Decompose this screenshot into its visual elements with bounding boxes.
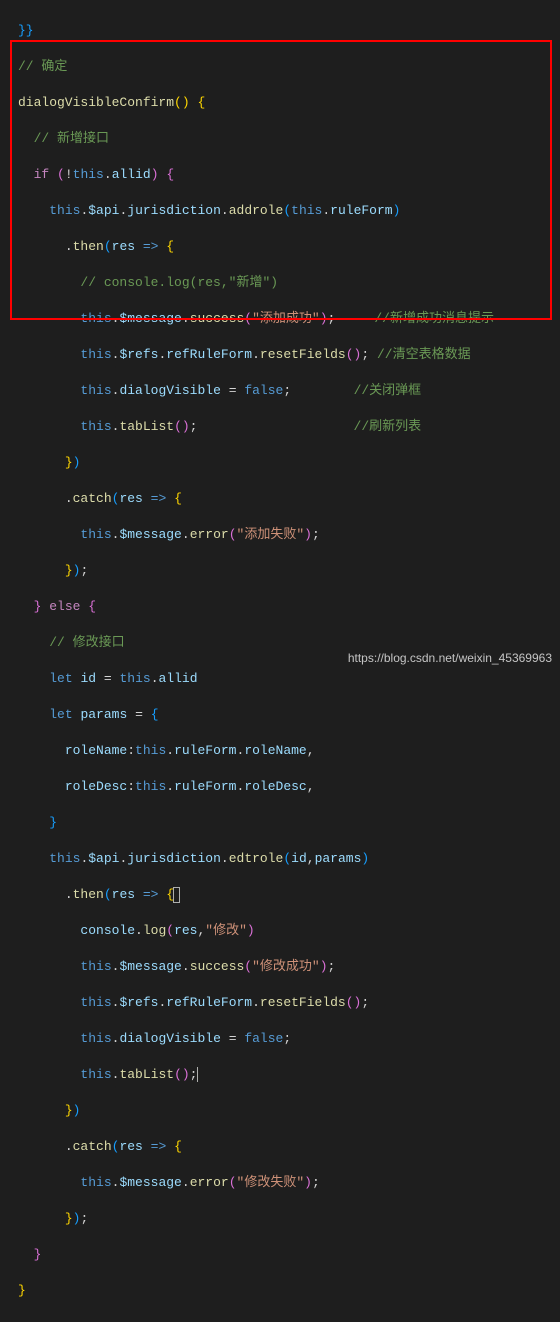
cursor-caret (197, 1067, 198, 1082)
code-line: .then(res => { (18, 886, 560, 904)
code-line: .catch(res => { (18, 1138, 560, 1156)
code-line: // console.log(res,"新增") (18, 274, 560, 292)
code-line: this.$refs.refRuleForm.resetFields(); (18, 994, 560, 1012)
code-line: this.$message.success("添加成功"); //新增成功消息提… (18, 310, 560, 328)
code-line: .then(res => { (18, 238, 560, 256)
code-line: this.$refs.refRuleForm.resetFields(); //… (18, 346, 560, 364)
code-line: let id = this.allid (18, 670, 560, 688)
code-line: }} (18, 22, 560, 40)
code-line: } else { (18, 598, 560, 616)
code-line: } (18, 1246, 560, 1264)
code-line: this.$api.jurisdiction.edtrole(id,params… (18, 850, 560, 868)
code-line: this.dialogVisible = false; //关闭弹框 (18, 382, 560, 400)
code-line: this.tabList(); (18, 1066, 560, 1084)
code-line: .catch(res => { (18, 490, 560, 508)
code-line: }); (18, 1210, 560, 1228)
watermark-text: https://blog.csdn.net/weixin_45369963 (348, 649, 552, 667)
code-line: // 新增接口 (18, 130, 560, 148)
code-line: this.$api.jurisdiction.addrole(this.rule… (18, 202, 560, 220)
code-line: if (!this.allid) { (18, 166, 560, 184)
code-line: this.tabList(); //刷新列表 (18, 418, 560, 436)
code-line: roleName:this.ruleForm.roleName, (18, 742, 560, 760)
code-line: this.$message.success("修改成功"); (18, 958, 560, 976)
code-line: }); (18, 562, 560, 580)
code-line: }) (18, 1102, 560, 1120)
code-line: // 确定 (18, 58, 560, 76)
code-line: this.$message.error("修改失败"); (18, 1174, 560, 1192)
code-line: roleDesc:this.ruleForm.roleDesc, (18, 778, 560, 796)
code-line: let params = { (18, 706, 560, 724)
cursor-bracket-match (173, 887, 180, 903)
code-line: dialogVisibleConfirm() { (18, 94, 560, 112)
code-line: }) (18, 454, 560, 472)
code-line: this.$message.error("添加失败"); (18, 526, 560, 544)
code-line: } (18, 1282, 560, 1300)
code-line: console.log(res,"修改") (18, 922, 560, 940)
code-line: this.dialogVisible = false; (18, 1030, 560, 1048)
code-line: } (18, 814, 560, 832)
